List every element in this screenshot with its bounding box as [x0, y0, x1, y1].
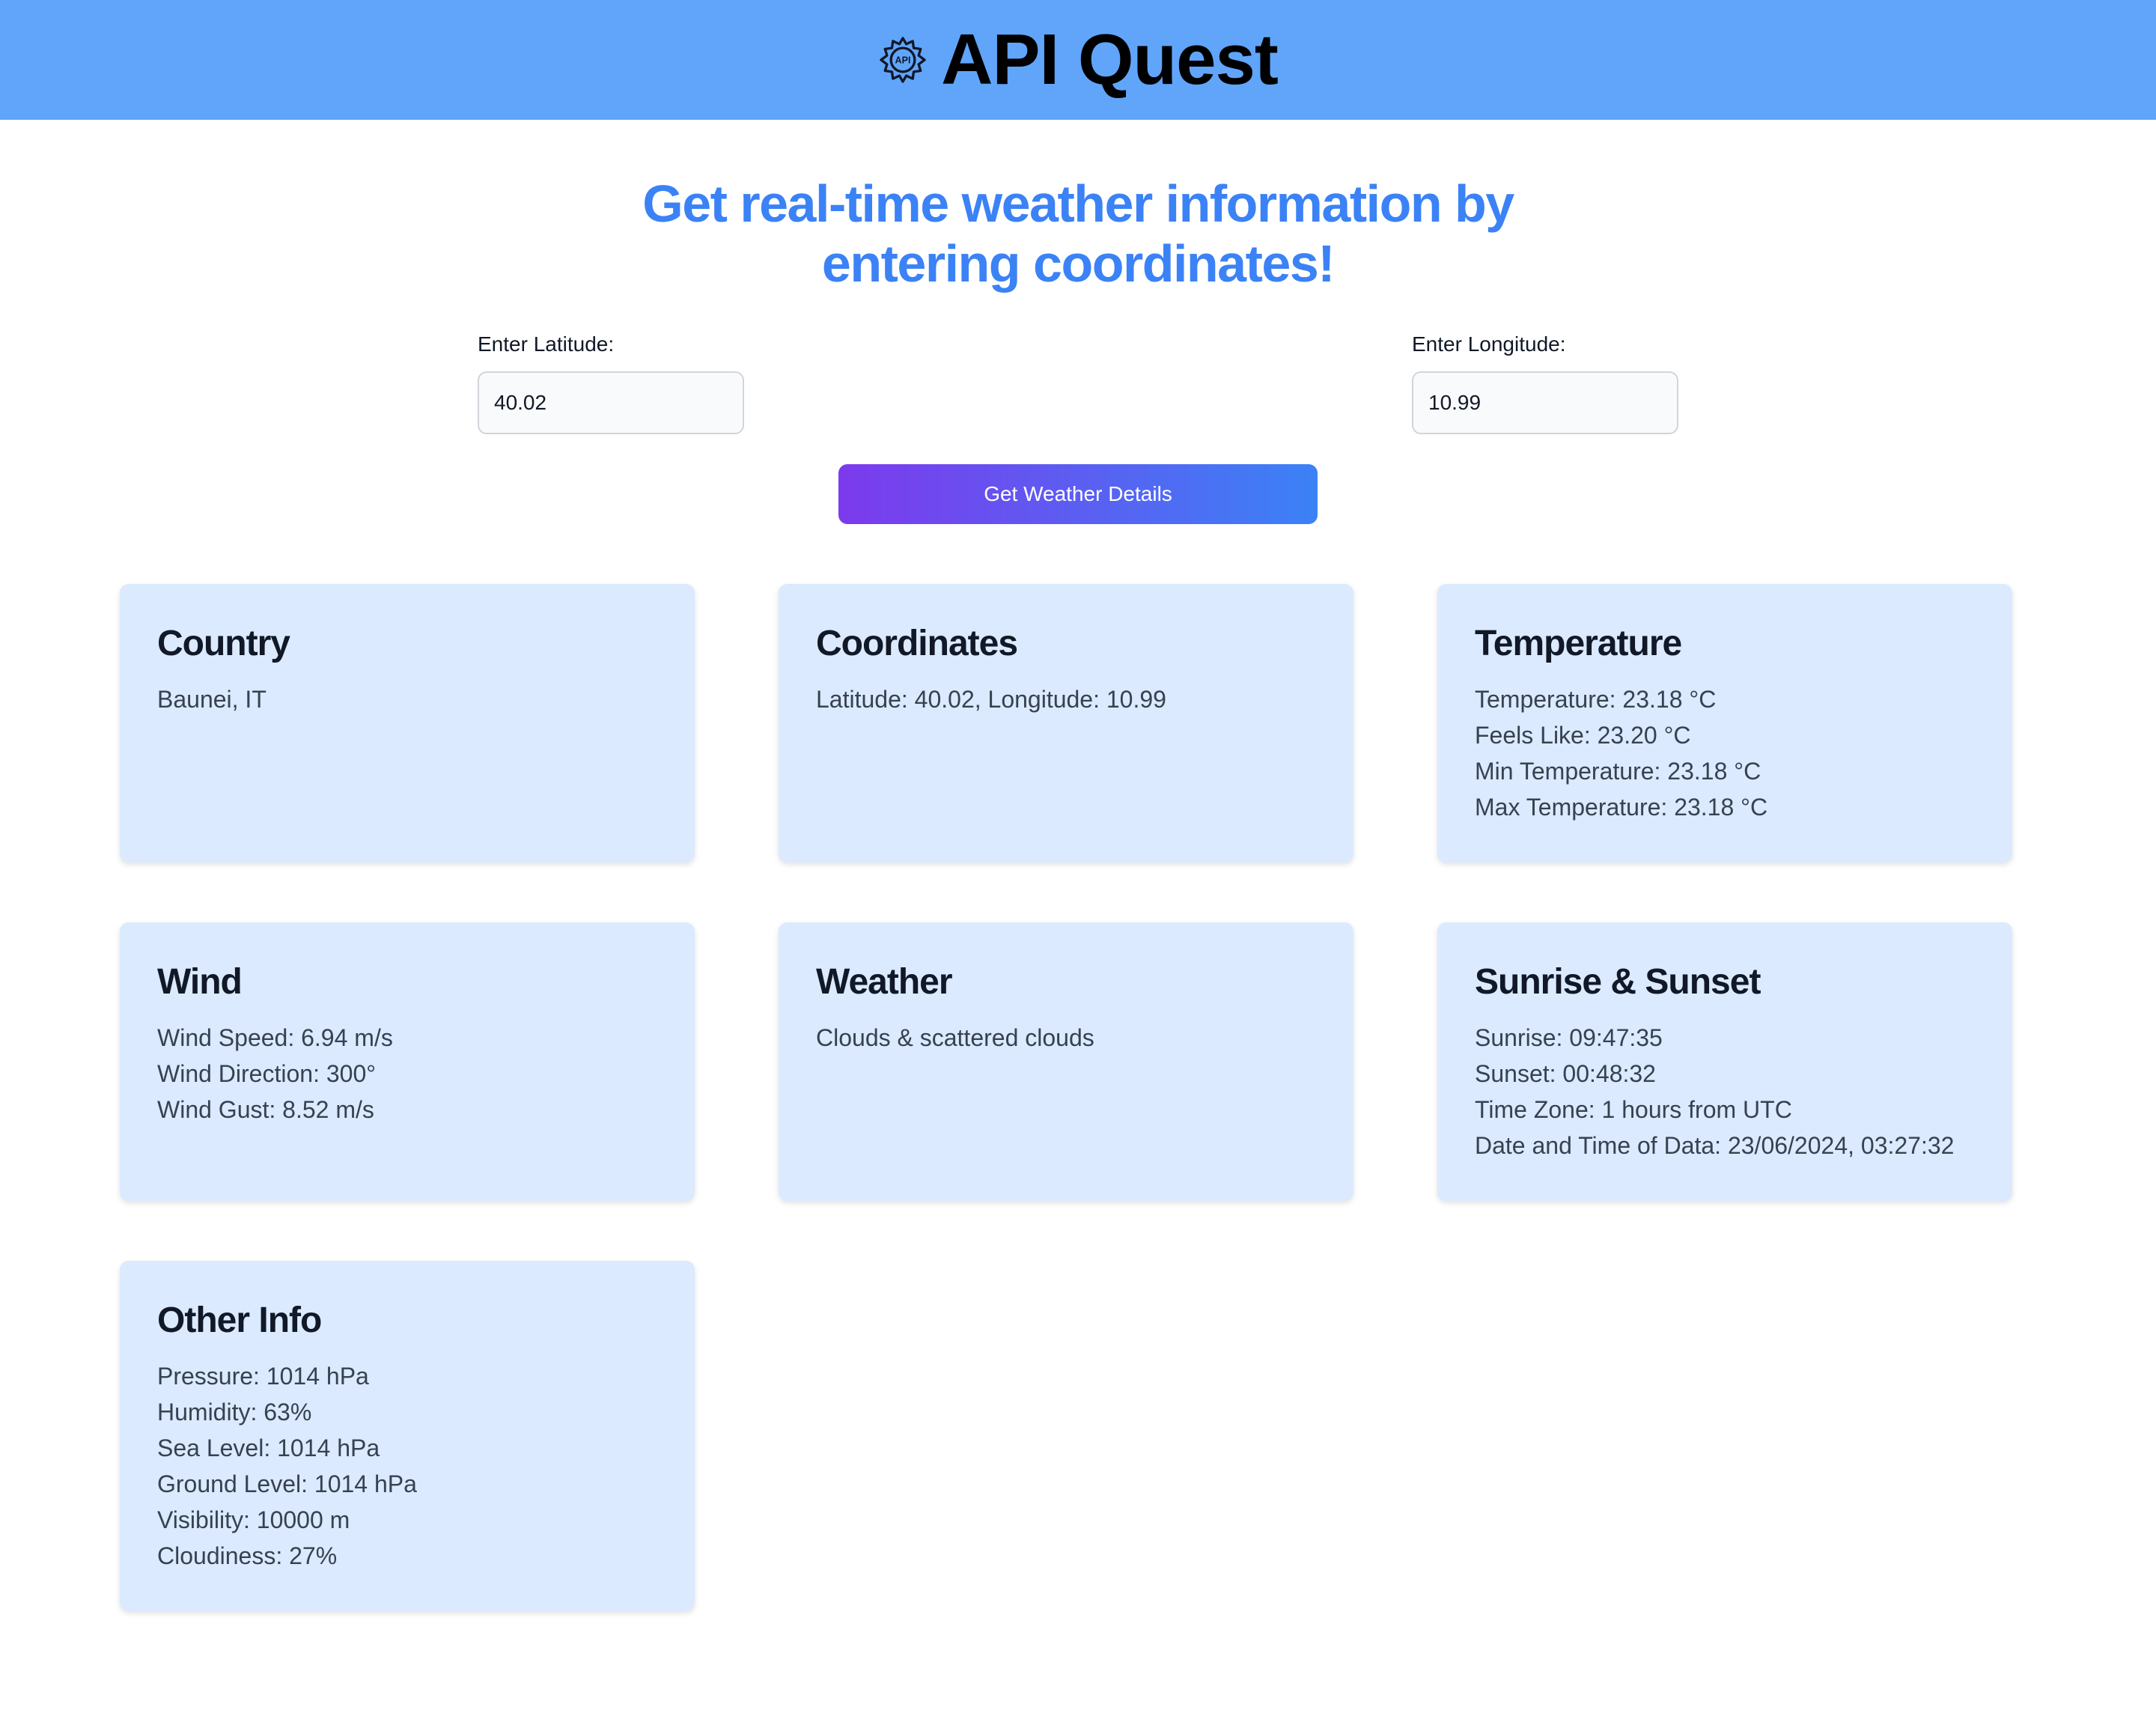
- brand: API API Quest: [878, 19, 1279, 101]
- card-title: Other Info: [157, 1300, 322, 1340]
- longitude-label: Enter Longitude:: [1412, 332, 1566, 356]
- card-title: Sunrise & Sunset: [1475, 962, 1761, 1002]
- wind-card: Wind Wind Speed: 6.94 m/s Wind Direction…: [120, 922, 695, 1201]
- card-line: Cloudiness: 27%: [157, 1542, 338, 1569]
- api-gear-icon: API: [880, 37, 926, 83]
- coordinates-card: Coordinates Latitude: 40.02, Longitude: …: [779, 584, 1353, 863]
- card-line: Time Zone: 1 hours from UTC: [1475, 1096, 1792, 1123]
- sunrise-sunset-card: Sunrise & Sunset Sunrise: 09:47:35 Sunse…: [1437, 922, 2012, 1201]
- app-header: API API Quest: [0, 0, 2156, 120]
- card-title: Weather: [816, 962, 953, 1002]
- card-line: Latitude: 40.02, Longitude: 10.99: [816, 686, 1166, 713]
- card-title: Coordinates: [816, 624, 1018, 663]
- card-line: Wind Direction: 300°: [157, 1060, 377, 1087]
- country-card: Country Baunei, IT: [120, 584, 695, 863]
- longitude-input[interactable]: [1412, 371, 1678, 434]
- card-line: Temperature: 23.18 °C: [1475, 686, 1717, 713]
- headline-line-1: Get real-time weather information by: [642, 174, 1514, 233]
- card-title: Temperature: [1475, 624, 1682, 663]
- headline-line-2: entering coordinates!: [821, 234, 1336, 293]
- weather-card: Weather Clouds & scattered clouds: [779, 922, 1353, 1201]
- card-line: Humidity: 63%: [157, 1399, 312, 1426]
- card-line: Pressure: 1014 hPa: [157, 1363, 369, 1390]
- latitude-label: Enter Latitude:: [478, 332, 615, 356]
- card-line: Date and Time of Data: 23/06/2024, 03:27…: [1475, 1132, 1955, 1159]
- card-line: Min Temperature: 23.18 °C: [1475, 758, 1761, 785]
- card-line: Wind Speed: 6.94 m/s: [157, 1024, 393, 1051]
- app-title: API Quest: [941, 19, 1279, 100]
- card-line: Sunset: 00:48:32: [1475, 1060, 1656, 1087]
- get-weather-button[interactable]: Get Weather Details: [838, 464, 1318, 524]
- latitude-input[interactable]: [478, 371, 744, 434]
- card-line: Wind Gust: 8.52 m/s: [157, 1096, 374, 1123]
- api-icon-text: API: [895, 55, 911, 66]
- card-line: Sea Level: 1014 hPa: [157, 1435, 380, 1461]
- card-line: Ground Level: 1014 hPa: [157, 1470, 417, 1497]
- card-line: Visibility: 10000 m: [157, 1506, 350, 1533]
- temperature-card: Temperature Temperature: 23.18 °C Feels …: [1437, 584, 2012, 863]
- card-line: Clouds & scattered clouds: [816, 1024, 1094, 1051]
- card-line: Baunei, IT: [157, 686, 267, 713]
- card-title: Wind: [157, 962, 243, 1002]
- page-headline: Get real-time weather information by ent…: [0, 174, 2156, 293]
- card-line: Feels Like: 23.20 °C: [1475, 722, 1691, 749]
- other-info-card: Other Info Pressure: 1014 hPa Humidity: …: [120, 1261, 695, 1611]
- card-line: Max Temperature: 23.18 °C: [1475, 794, 1768, 821]
- card-title: Country: [157, 624, 290, 663]
- card-line: Sunrise: 09:47:35: [1475, 1024, 1663, 1051]
